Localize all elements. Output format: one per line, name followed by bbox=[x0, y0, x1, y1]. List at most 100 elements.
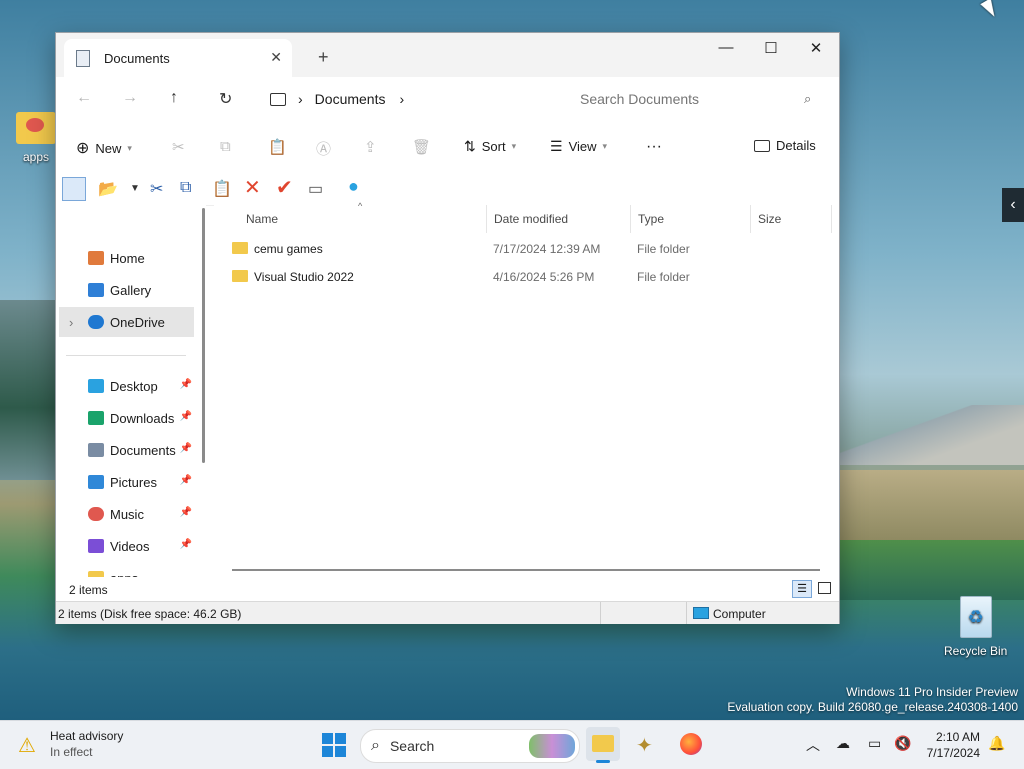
up-button[interactable]: ↑ bbox=[170, 89, 178, 107]
pin-icon[interactable]: 📌 bbox=[180, 539, 192, 550]
document-icon bbox=[76, 49, 90, 67]
nav-item-pictures[interactable]: Pictures 📌 bbox=[56, 467, 196, 497]
maximize-button[interactable]: ☐ bbox=[751, 39, 791, 57]
pin-icon[interactable]: 📌 bbox=[180, 411, 192, 422]
nav-item-label: Home bbox=[110, 250, 145, 266]
downloads-icon bbox=[88, 411, 104, 425]
volume-icon[interactable]: 🔇 bbox=[894, 735, 911, 752]
nav-item-videos[interactable]: Videos 📌 bbox=[56, 531, 196, 561]
windows-watermark: Windows 11 Pro Insider Preview Evaluatio… bbox=[727, 685, 1018, 715]
nav-item-label: Pictures bbox=[110, 474, 157, 490]
chevron-left-icon: ‹ bbox=[1010, 196, 1016, 213]
command-bar: ⊕ New ▾ ✂ ⧉ 📋 Ⓐ ⇪ 🗑 ⇅ Sort ▾ ☰ View ▾ ··… bbox=[56, 121, 839, 174]
clock[interactable]: 2:10 AM 7/17/2024 bbox=[920, 729, 980, 761]
share-icon[interactable]: ⇪ bbox=[364, 138, 377, 156]
search-label: Search bbox=[389, 738, 435, 754]
delete-x-icon[interactable]: ✕ bbox=[244, 175, 261, 200]
cloud-offline-icon[interactable]: ☁ bbox=[836, 735, 850, 752]
more-options-button[interactable]: ··· bbox=[646, 138, 662, 156]
rename-icon[interactable]: Ⓐ bbox=[316, 138, 331, 159]
search-box[interactable]: ⌕ bbox=[564, 85, 826, 113]
column-label: Type bbox=[638, 212, 665, 226]
paste-icon[interactable]: 📋 bbox=[212, 179, 232, 199]
firefox-taskbar-icon[interactable] bbox=[680, 733, 702, 755]
pin-icon[interactable]: 📌 bbox=[180, 443, 192, 454]
search-input[interactable] bbox=[578, 90, 792, 108]
copy-icon[interactable]: ⧉ bbox=[180, 179, 191, 197]
column-header-type[interactable]: Type bbox=[631, 205, 751, 233]
pin-icon[interactable]: 📌 bbox=[180, 507, 192, 518]
taskbar-search[interactable]: ⌕ Search bbox=[360, 729, 580, 763]
column-header-name[interactable]: Name ^ bbox=[214, 201, 487, 233]
file-type: File folder bbox=[637, 270, 690, 284]
music-icon bbox=[88, 507, 104, 521]
nav-item-downloads[interactable]: Downloads 📌 bbox=[56, 403, 196, 433]
breadcrumb-documents[interactable]: Documents bbox=[315, 91, 386, 107]
checkmark-icon[interactable]: ✔ bbox=[276, 175, 293, 200]
new-tab-button[interactable]: + bbox=[318, 47, 329, 68]
chevron-down-icon: ▾ bbox=[127, 142, 132, 153]
videos-icon bbox=[88, 539, 104, 553]
start-button[interactable] bbox=[322, 733, 346, 757]
close-window-button[interactable]: ✕ bbox=[796, 39, 836, 57]
nav-item-label: OneDrive bbox=[110, 314, 165, 330]
search-icon: ⌕ bbox=[804, 91, 812, 106]
back-button[interactable]: ← bbox=[76, 89, 92, 107]
table-row[interactable]: cemu games 7/17/2024 12:39 AM File folde… bbox=[230, 237, 830, 261]
delete-icon[interactable]: 🗑 bbox=[412, 138, 431, 156]
app-taskbar-icon[interactable]: ✦ bbox=[636, 733, 653, 758]
copy-icon[interactable]: ⧉ bbox=[220, 138, 231, 155]
folder-icon bbox=[232, 242, 248, 254]
new-button[interactable]: ⊕ New ▾ bbox=[76, 138, 132, 158]
nav-scrollbar[interactable] bbox=[202, 208, 205, 463]
sort-button[interactable]: ⇅ Sort ▾ bbox=[464, 138, 516, 155]
nav-item-home[interactable]: Home bbox=[56, 243, 196, 273]
pin-icon[interactable]: 📌 bbox=[180, 475, 192, 486]
home-icon bbox=[88, 251, 104, 265]
table-row[interactable]: Visual Studio 2022 4/16/2024 5:26 PM Fil… bbox=[230, 265, 830, 289]
network-icon[interactable]: ▭ bbox=[868, 735, 881, 752]
minimize-button[interactable]: — bbox=[706, 39, 746, 56]
column-header-size[interactable]: Size bbox=[751, 205, 832, 233]
file-date: 4/16/2024 5:26 PM bbox=[493, 270, 595, 284]
forward-button[interactable]: → bbox=[122, 89, 138, 107]
tiles-view-icon[interactable] bbox=[818, 582, 831, 594]
column-header-date-modified[interactable]: Date modified bbox=[487, 205, 631, 233]
side-panel-toggle[interactable]: ‹ bbox=[1002, 188, 1024, 222]
notification-icon[interactable]: 🔔 bbox=[988, 735, 1005, 752]
desktop-icon-recycle-bin[interactable]: ♻ Recycle Bin bbox=[944, 596, 1007, 658]
chevron-down-icon[interactable]: ▼ bbox=[130, 183, 140, 194]
view-icon: ☰ bbox=[550, 138, 563, 154]
onedrive-icon bbox=[88, 315, 104, 329]
chevron-up-icon[interactable]: ︿ bbox=[806, 735, 820, 755]
pin-icon[interactable]: 📌 bbox=[180, 379, 192, 390]
cut-icon[interactable]: ✂ bbox=[172, 138, 185, 156]
details-button[interactable]: Details bbox=[754, 138, 816, 153]
rename-icon[interactable]: ▭ bbox=[308, 179, 323, 199]
nav-item-music[interactable]: Music 📌 bbox=[56, 499, 196, 529]
column-label: Size bbox=[758, 212, 782, 226]
plus-circle-icon: ⊕ bbox=[76, 140, 90, 157]
horizontal-scrollbar[interactable] bbox=[232, 569, 820, 571]
breadcrumb[interactable]: › Documents › bbox=[264, 85, 546, 113]
navigation-pane-toggle-icon[interactable] bbox=[62, 177, 86, 201]
quick-access-toolbar: 📂 ▼ ✂ ⧉ 📋 ✕ ✔ ▭ ● bbox=[56, 173, 839, 206]
cut-icon[interactable]: ✂ bbox=[150, 179, 163, 199]
navigation-pane: Home Gallery › OneDrive Desktop 📌 Downlo… bbox=[56, 205, 206, 586]
details-view-icon[interactable]: ☰ bbox=[792, 580, 812, 598]
refresh-button[interactable]: ↻ bbox=[219, 89, 232, 109]
tab-label: Documents bbox=[104, 50, 170, 66]
tab-documents[interactable]: Documents ✕ bbox=[64, 39, 292, 77]
desktop-icon-apps[interactable]: apps bbox=[16, 112, 56, 164]
view-button[interactable]: ☰ View ▾ bbox=[550, 138, 607, 155]
properties-folder-icon[interactable]: 📂 bbox=[98, 179, 118, 199]
paste-icon[interactable]: 📋 bbox=[268, 138, 287, 156]
nav-item-documents[interactable]: Documents 📌 bbox=[56, 435, 196, 465]
globe-icon[interactable]: ● bbox=[348, 176, 359, 197]
nav-item-onedrive[interactable]: › OneDrive bbox=[59, 307, 194, 337]
close-tab-icon[interactable]: ✕ bbox=[270, 49, 282, 66]
file-explorer-taskbar-icon[interactable] bbox=[586, 727, 620, 763]
nav-item-gallery[interactable]: Gallery bbox=[56, 275, 196, 305]
nav-item-desktop[interactable]: Desktop 📌 bbox=[56, 371, 196, 401]
item-count: 2 items bbox=[69, 583, 108, 597]
